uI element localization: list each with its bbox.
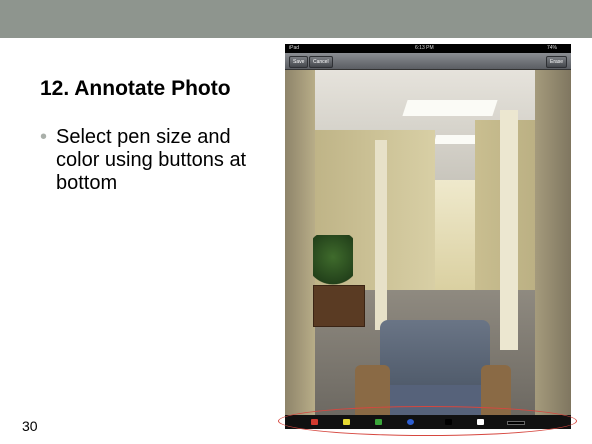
photo-ceiling-light bbox=[402, 100, 498, 116]
bullet-text: Select pen size and color using buttons … bbox=[56, 126, 247, 194]
annotation-toolbar: Save Cancel Erase bbox=[285, 53, 571, 70]
slide-header-band bbox=[0, 0, 592, 38]
save-button[interactable]: Save bbox=[289, 56, 309, 68]
status-bar: iPad 6:13 PM 74% bbox=[285, 44, 571, 53]
photo-chair-back bbox=[380, 320, 490, 395]
photo-pillar bbox=[500, 110, 518, 350]
photo-cabinet bbox=[313, 285, 365, 327]
bullet-item: • Select pen size and color using button… bbox=[40, 126, 270, 195]
bullet-marker: • bbox=[40, 126, 48, 148]
battery-label: 74% bbox=[547, 45, 558, 51]
slide-title: 12. Annotate Photo bbox=[40, 77, 231, 100]
photo-pillar bbox=[375, 140, 387, 330]
photo-door-frame bbox=[285, 70, 315, 415]
carrier-label: iPad bbox=[289, 45, 300, 51]
photo-door-edge bbox=[535, 70, 571, 415]
cancel-button[interactable]: Cancel bbox=[309, 56, 333, 68]
ipad-screenshot: iPad 6:13 PM 74% Save Cancel Erase bbox=[285, 44, 571, 429]
palette-callout-ellipse bbox=[278, 406, 577, 436]
hallway-photo[interactable] bbox=[285, 70, 571, 415]
erase-button[interactable]: Erase bbox=[546, 56, 568, 68]
page-number: 30 bbox=[22, 418, 38, 434]
status-time: 6:13 PM bbox=[415, 45, 434, 51]
photo-hallway-end bbox=[435, 180, 475, 295]
photo-plant bbox=[313, 235, 353, 290]
